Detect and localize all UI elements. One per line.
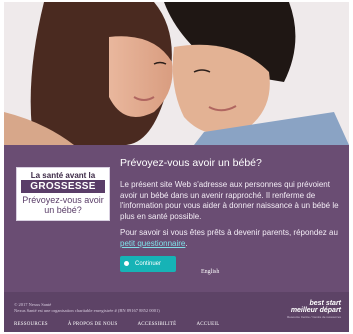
copyright-line2: Nexus Santé est une organisation charita…: [14, 308, 160, 313]
footer-link-accessibilite[interactable]: ACCESSIBILITÉ: [137, 322, 176, 327]
continue-button[interactable]: Continuer: [120, 256, 176, 272]
language-toggle-link[interactable]: English: [201, 269, 219, 275]
quiz-text: Pour savoir si vous êtes prêts à devenir…: [120, 228, 338, 237]
quiz-text-end: .: [185, 238, 188, 248]
hero-image: [4, 2, 349, 145]
intro-paragraph: Le présent site Web s'adresse aux person…: [120, 180, 339, 221]
footer: © 2017 Nexus Santé Nexus Santé est une o…: [4, 292, 349, 332]
footer-link-a-propos[interactable]: À PROPOS DE NOUS: [68, 322, 118, 327]
couple-photo: [4, 2, 349, 145]
page-frame: La santé avant la GROSSESSE Prévoyez-vou…: [4, 2, 349, 332]
footer-link-accueil[interactable]: ACCUEIL: [196, 322, 219, 327]
logo-line1: La santé avant la: [30, 171, 96, 180]
logo-line3: Prévoyez-vous avoir un bébé?: [22, 195, 104, 215]
footer-nav: RESSOURCES À PROPOS DE NOUS ACCESSIBILITÉ A…: [14, 322, 240, 327]
arrow-circle-icon: [124, 260, 129, 266]
brand-line2: meilleur départ: [290, 307, 341, 314]
quiz-link[interactable]: petit questionnaire: [120, 239, 185, 248]
brand-line1: best start: [309, 300, 341, 307]
brand-line3: Resource Centre / Centre de ressources: [287, 315, 341, 319]
page-title: Prévoyez-vous avoir un bébé?: [120, 157, 262, 169]
main-section: La santé avant la GROSSESSE Prévoyez-vou…: [4, 145, 349, 292]
footer-link-ressources[interactable]: RESSOURCES: [14, 322, 48, 327]
best-start-logo[interactable]: best start meilleur départ Resource Cent…: [271, 300, 341, 319]
logo-line2: GROSSESSE: [21, 180, 105, 193]
grossesse-logo[interactable]: La santé avant la GROSSESSE Prévoyez-vou…: [16, 167, 110, 221]
quiz-paragraph: Pour savoir si vous êtes prêts à devenir…: [120, 228, 342, 249]
continue-label: Continuer: [135, 261, 162, 267]
copyright: © 2017 Nexus Santé Nexus Santé est une o…: [14, 302, 160, 314]
intro-content: Prévoyez-vous avoir un bébé? Le présent …: [120, 157, 342, 255]
